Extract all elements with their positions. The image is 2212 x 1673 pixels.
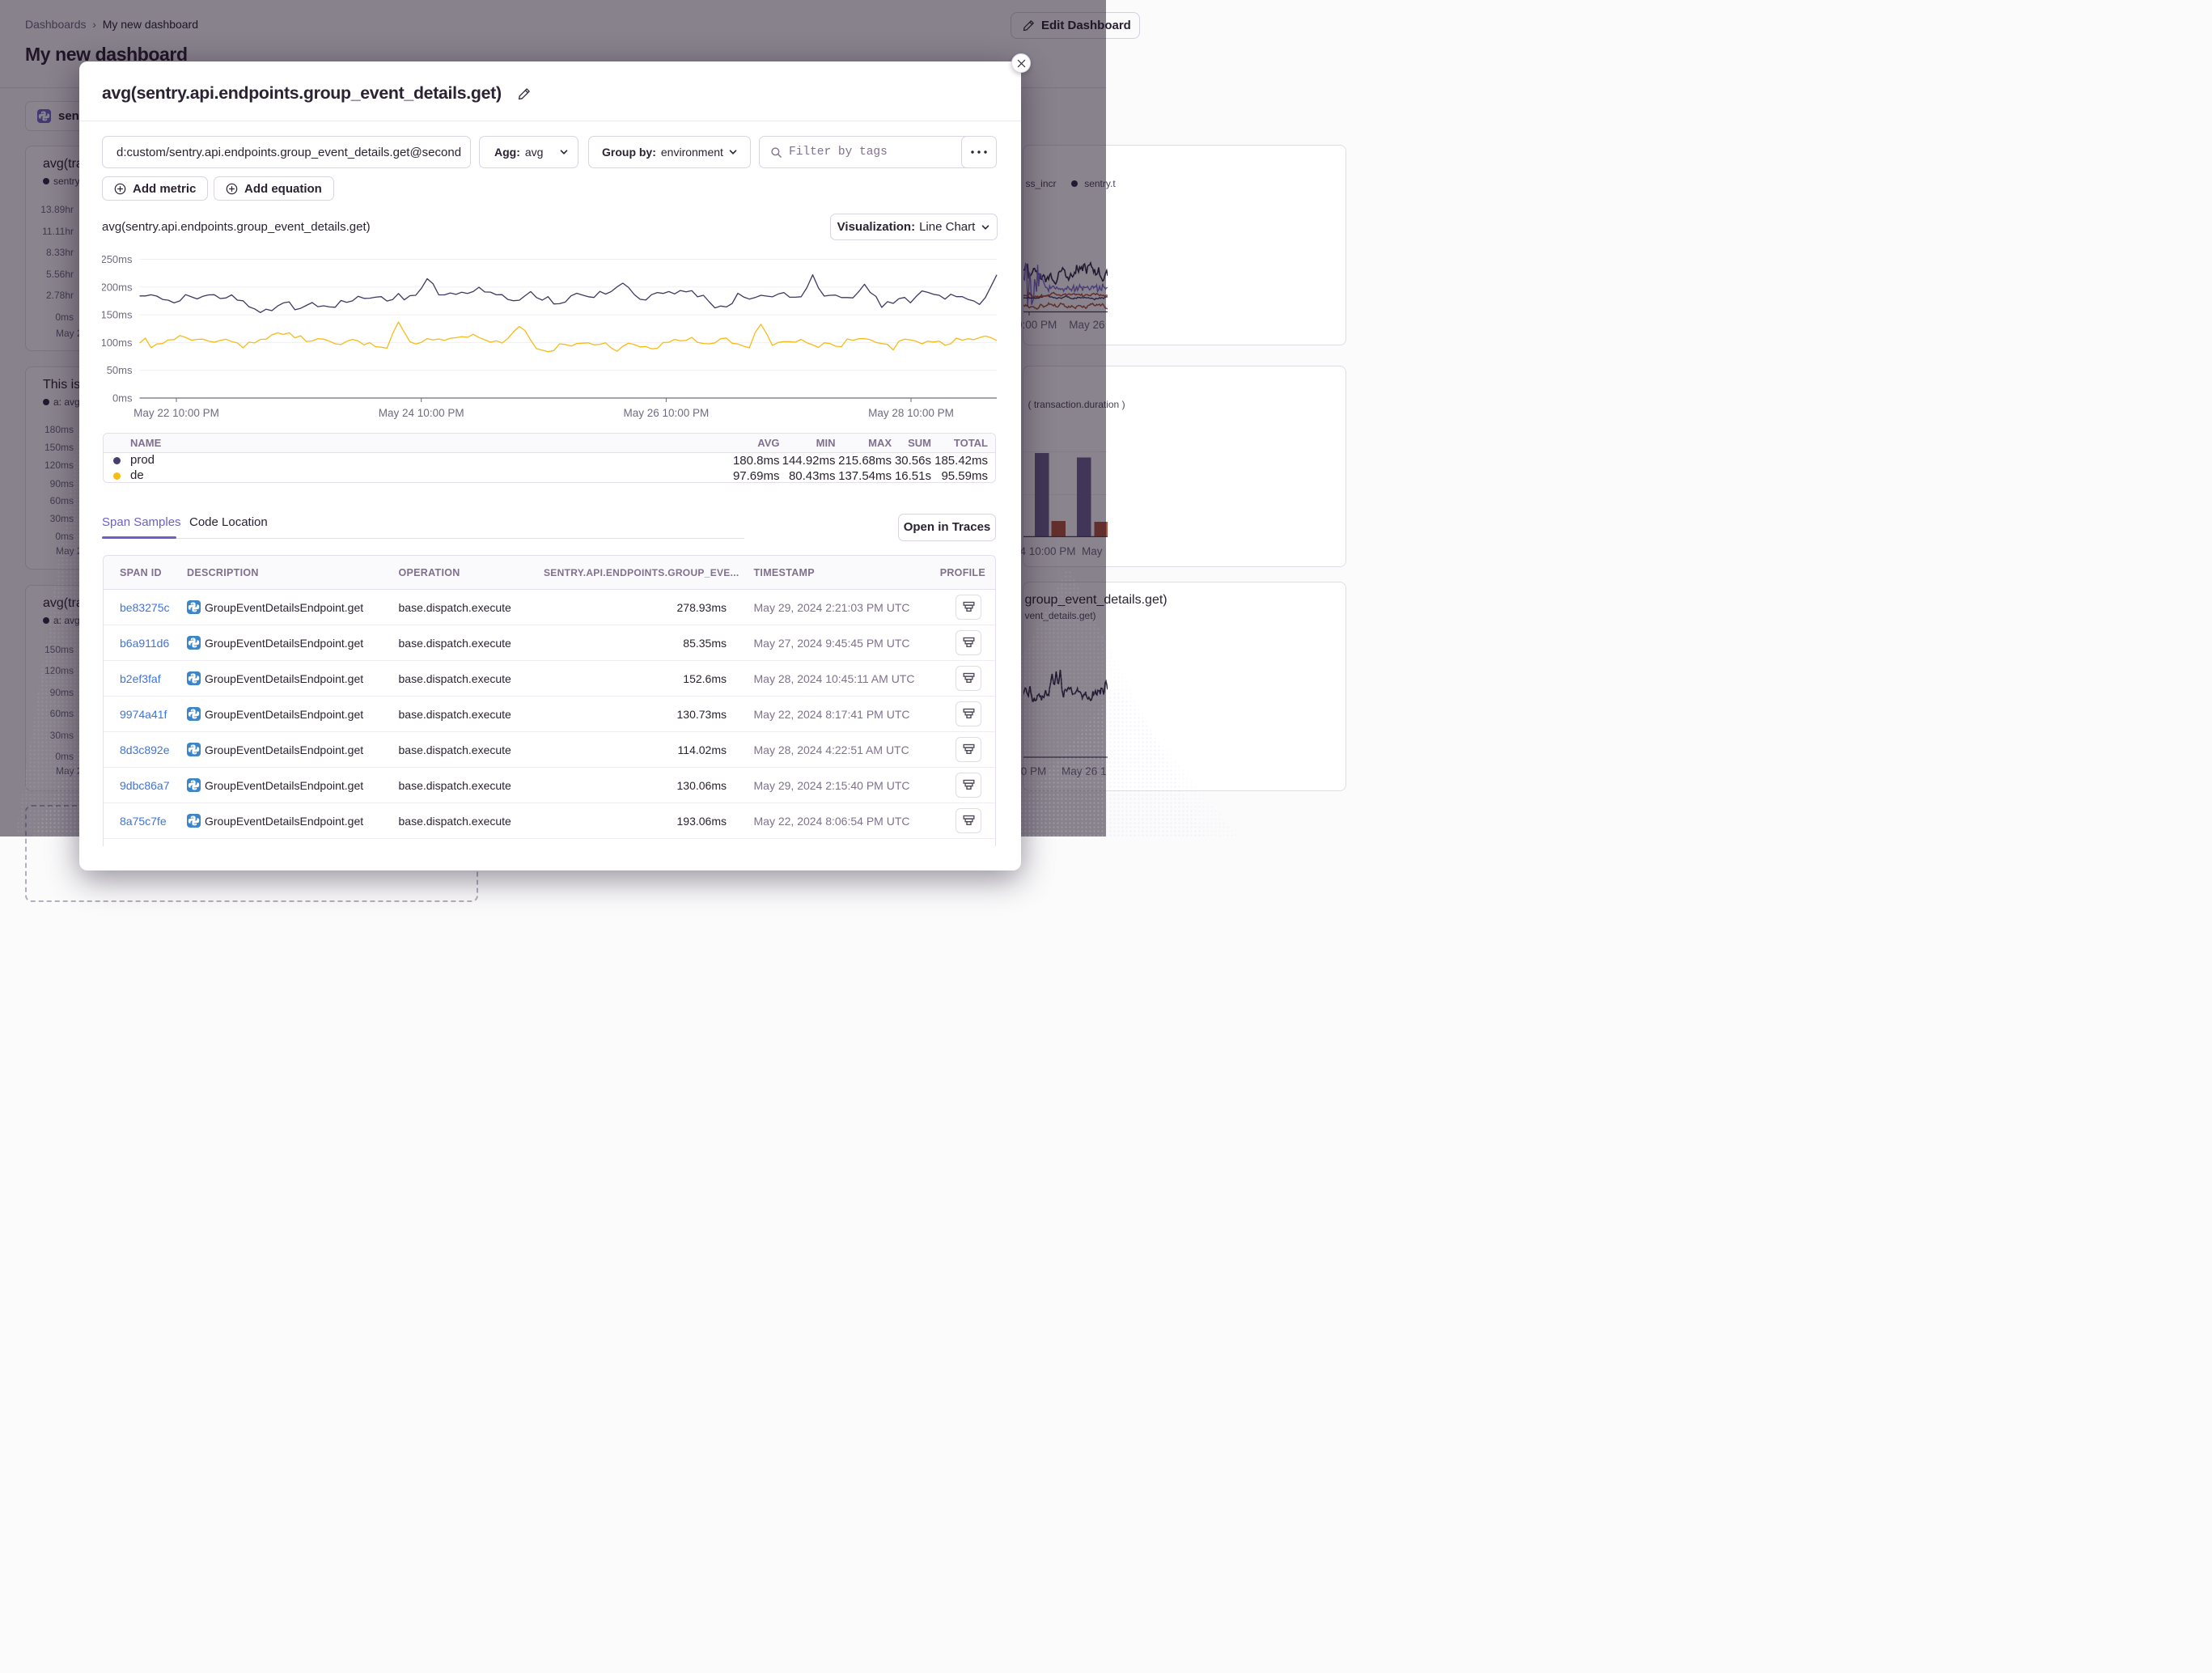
svg-text:150ms: 150ms [102, 309, 133, 321]
svg-text:May 22 10:00 PM: May 22 10:00 PM [133, 407, 219, 419]
svg-text:250ms: 250ms [102, 253, 133, 265]
svg-text:0ms: 0ms [112, 392, 133, 404]
svg-text:100ms: 100ms [102, 337, 133, 349]
svg-text:May 28 10:00 PM: May 28 10:00 PM [868, 407, 954, 419]
svg-text:May 24 10:00 PM: May 24 10:00 PM [379, 407, 464, 419]
svg-text:May 26 10:00 PM: May 26 10:00 PM [623, 407, 709, 419]
svg-text:200ms: 200ms [102, 281, 133, 293]
svg-text:50ms: 50ms [107, 364, 133, 376]
